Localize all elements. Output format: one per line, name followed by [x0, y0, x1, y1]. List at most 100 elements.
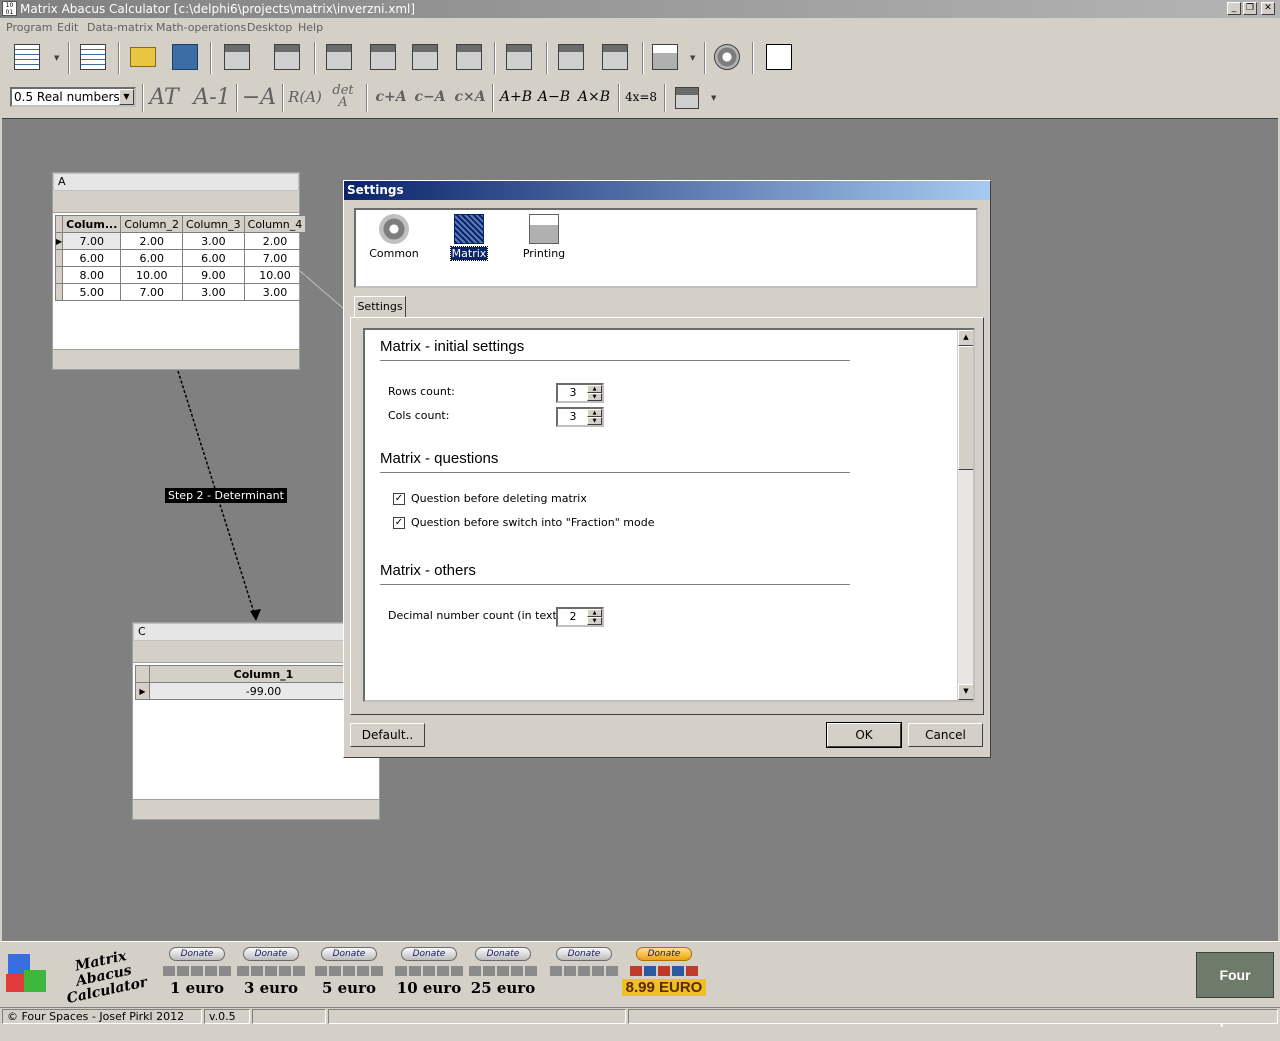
spin-down-icon[interactable]: ▼ [587, 417, 602, 425]
wizard-button[interactable] [76, 41, 110, 73]
donate-button[interactable]: Donate [243, 947, 299, 961]
chevron-down-icon[interactable]: ▼ [711, 94, 716, 102]
category-common[interactable]: Common [364, 214, 424, 260]
donate-button[interactable]: Donate [401, 947, 457, 961]
donate-3-euro[interactable]: Donate 3 euro [234, 947, 308, 997]
default-button[interactable]: Default.. [350, 723, 425, 747]
cell[interactable]: 6.00 [182, 249, 245, 267]
decimal-count-value[interactable]: 2 [558, 609, 588, 625]
minimize-matrix-button[interactable] [554, 41, 588, 73]
scalar-add-button[interactable]: c+A [372, 83, 410, 111]
donate-button[interactable]: Donate [321, 947, 377, 961]
cell[interactable]: 10.00 [120, 266, 184, 284]
print-button[interactable] [648, 41, 682, 73]
delete-column-button[interactable] [452, 41, 486, 73]
donate-5-euro[interactable]: Donate 5 euro [312, 947, 386, 997]
negate-button[interactable]: −A [242, 83, 276, 111]
menu-help[interactable]: Help [298, 21, 323, 34]
determinant-button[interactable]: det A [328, 83, 358, 111]
column-header[interactable]: Colum... [62, 215, 122, 233]
vertical-scrollbar[interactable]: ▲ ▼ [957, 330, 973, 700]
calc-options-button[interactable] [670, 82, 704, 114]
exit-button[interactable] [762, 41, 796, 73]
check-icon[interactable]: ✓ [393, 516, 405, 529]
donate-25-euro[interactable]: Donate 25 euro [466, 947, 540, 997]
cols-count-stepper[interactable]: 3 ▲ ▼ [556, 407, 604, 427]
inverse-button[interactable]: A-1 [192, 83, 232, 111]
insert-column-button[interactable] [408, 41, 442, 73]
scalar-multiply-button[interactable]: c×A [452, 83, 488, 111]
insert-row-button[interactable] [322, 41, 356, 73]
donate-button[interactable]: Donate [169, 947, 225, 961]
spin-down-icon[interactable]: ▼ [587, 617, 602, 625]
spin-up-icon[interactable]: ▲ [587, 609, 602, 617]
cell[interactable]: 3.00 [243, 283, 307, 301]
cell[interactable]: 10.00 [243, 266, 307, 284]
check-icon[interactable]: ✓ [393, 492, 405, 505]
cell[interactable]: 3.00 [182, 232, 245, 250]
donate-button[interactable]: Donate [556, 947, 612, 961]
menu-data-matrix[interactable]: Data-matrix [87, 21, 153, 34]
matrix-add-button[interactable]: A+B [498, 83, 534, 111]
spin-down-icon[interactable]: ▼ [587, 393, 602, 401]
donate-8-99-euro[interactable]: Donate 8.99 EURO [622, 947, 706, 996]
cell[interactable]: 6.00 [62, 249, 122, 267]
menu-program[interactable]: Program [6, 21, 52, 34]
delete-row-button[interactable] [366, 41, 400, 73]
restore-button[interactable]: ❐ [1243, 2, 1257, 15]
chevron-down-icon[interactable]: ▼ [690, 54, 695, 62]
scroll-up-icon[interactable]: ▲ [958, 330, 973, 346]
donate-10-euro[interactable]: Donate 10 euro [392, 947, 466, 997]
scroll-thumb[interactable] [958, 346, 973, 470]
chevron-down-icon[interactable]: ▼ [54, 54, 59, 62]
menu-desktop[interactable]: Desktop [247, 21, 292, 34]
donate-1-euro[interactable]: Donate 1 euro [160, 947, 234, 997]
minimize-button[interactable]: _ [1227, 2, 1241, 15]
chevron-down-icon[interactable]: ▼ [119, 89, 134, 105]
matrix-c-grid[interactable]: Column_1 ▶ -99.00 [135, 665, 378, 700]
cell[interactable]: 3.00 [182, 283, 245, 301]
rows-count-value[interactable]: 3 [558, 385, 588, 401]
matrix-edit-button[interactable] [270, 41, 304, 73]
number-mode-select[interactable]: 0.5 Real numbers ▼ [10, 87, 136, 107]
close-button[interactable]: ✕ [1261, 2, 1275, 15]
spin-up-icon[interactable]: ▲ [587, 409, 602, 417]
rank-button[interactable]: R(A) [286, 83, 324, 111]
scalar-subtract-button[interactable]: c−A [412, 83, 448, 111]
donate-button[interactable]: Donate [636, 947, 692, 961]
menu-edit[interactable]: Edit [57, 21, 78, 34]
cell[interactable]: 5.00 [62, 283, 122, 301]
rows-count-stepper[interactable]: 3 ▲ ▼ [556, 383, 604, 403]
scroll-down-icon[interactable]: ▼ [958, 684, 973, 700]
settings-button[interactable] [710, 41, 744, 73]
question-delete-checkbox[interactable]: ✓ Question before deleting matrix [393, 492, 587, 505]
transpose-button[interactable]: AT [146, 83, 182, 111]
column-header[interactable]: Column_3 [182, 215, 245, 233]
solve-equation-button[interactable]: 4x=8 [622, 83, 660, 111]
cell[interactable]: 7.00 [243, 249, 307, 267]
donate-custom[interactable]: Donate [547, 947, 621, 979]
ok-button[interactable]: OK [826, 722, 902, 748]
cell[interactable]: 7.00 [120, 283, 184, 301]
spin-up-icon[interactable]: ▲ [587, 385, 602, 393]
save-button[interactable] [168, 41, 202, 73]
matrix-multiply-button[interactable]: A×B [574, 83, 614, 111]
menu-math-operations[interactable]: Math-operations [156, 21, 246, 34]
cell[interactable]: 6.00 [120, 249, 184, 267]
cell[interactable]: 8.00 [62, 266, 122, 284]
question-fraction-checkbox[interactable]: ✓ Question before switch into "Fraction"… [393, 516, 655, 529]
new-matrix-button[interactable] [10, 41, 44, 73]
cell[interactable]: 9.00 [182, 266, 245, 284]
open-button[interactable] [126, 41, 160, 73]
category-matrix[interactable]: Matrix [439, 214, 499, 261]
cancel-button[interactable]: Cancel [908, 723, 983, 747]
column-header[interactable]: Column_4 [243, 215, 307, 233]
tab-settings[interactable]: Settings [354, 296, 406, 318]
cell[interactable]: 2.00 [120, 232, 184, 250]
cols-count-value[interactable]: 3 [558, 409, 588, 425]
matrix-subtract-button[interactable]: A−B [536, 83, 572, 111]
cell[interactable]: 2.00 [243, 232, 307, 250]
cell[interactable]: 7.00 [62, 232, 122, 250]
cascade-button[interactable] [598, 41, 632, 73]
column-header[interactable]: Column_2 [120, 215, 184, 233]
